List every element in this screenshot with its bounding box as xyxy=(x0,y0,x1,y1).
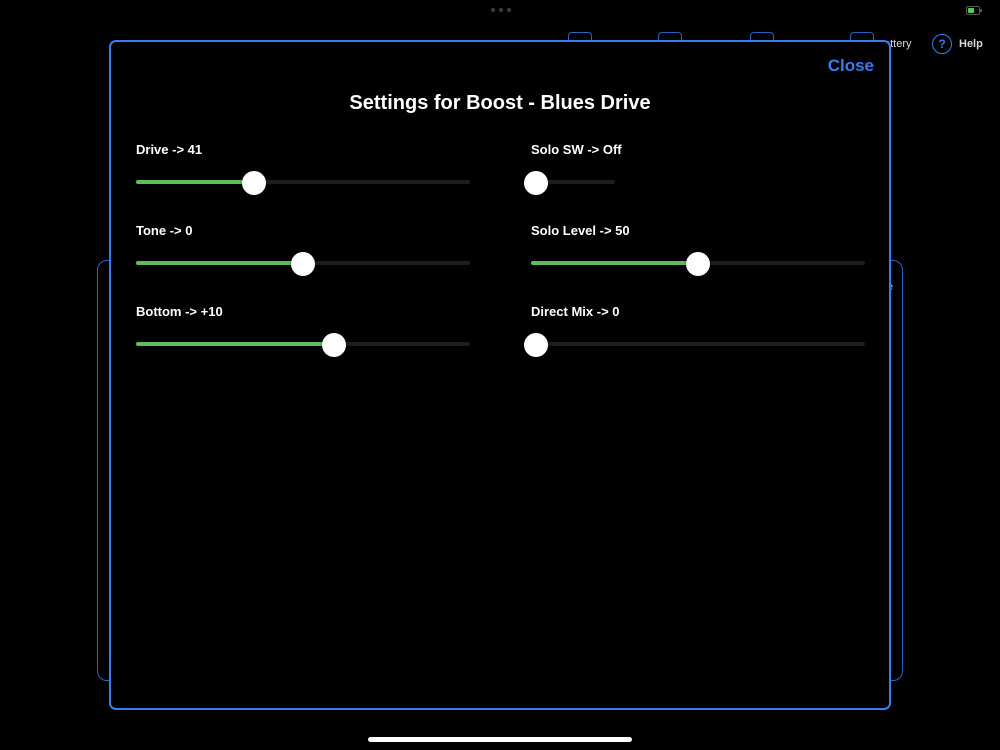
slider-fill xyxy=(136,180,255,184)
param-label: Solo SW -> Off xyxy=(531,142,622,157)
help-icon[interactable]: ? xyxy=(932,34,952,54)
bottom-slider[interactable] xyxy=(136,333,470,357)
slider-thumb[interactable] xyxy=(291,252,315,276)
slider-thumb[interactable] xyxy=(524,171,548,195)
slider-thumb[interactable] xyxy=(321,333,346,357)
param-label: Solo Level -> 50 xyxy=(531,223,630,238)
solo-sw-slider[interactable] xyxy=(524,171,615,195)
param-label: Drive -> 41 xyxy=(136,142,203,157)
battery-status-icon xyxy=(966,6,982,15)
param-label: Direct Mix -> 0 xyxy=(531,304,620,319)
tone-slider[interactable] xyxy=(136,252,470,276)
drive-slider[interactable] xyxy=(136,171,470,195)
slider-thumb[interactable] xyxy=(686,252,710,276)
close-button[interactable]: Close xyxy=(828,56,874,76)
solo-level-slider[interactable] xyxy=(531,252,865,276)
slider-thumb[interactable] xyxy=(242,171,267,195)
modal-title: Settings for Boost - Blues Drive xyxy=(349,92,651,114)
multitask-indicator[interactable] xyxy=(491,8,511,12)
slider-fill xyxy=(136,342,334,346)
home-indicator[interactable] xyxy=(368,737,632,742)
help-label[interactable]: Help xyxy=(959,38,983,50)
slider-track xyxy=(531,342,865,346)
direct-mix-slider[interactable] xyxy=(524,333,865,357)
param-label: Tone -> 0 xyxy=(136,223,193,238)
slider-thumb[interactable] xyxy=(524,333,548,357)
slider-fill xyxy=(531,261,698,265)
settings-modal: Close Settings for Boost - Blues Drive D… xyxy=(109,40,891,710)
slider-fill xyxy=(136,261,303,265)
param-label: Bottom -> +10 xyxy=(136,304,223,319)
